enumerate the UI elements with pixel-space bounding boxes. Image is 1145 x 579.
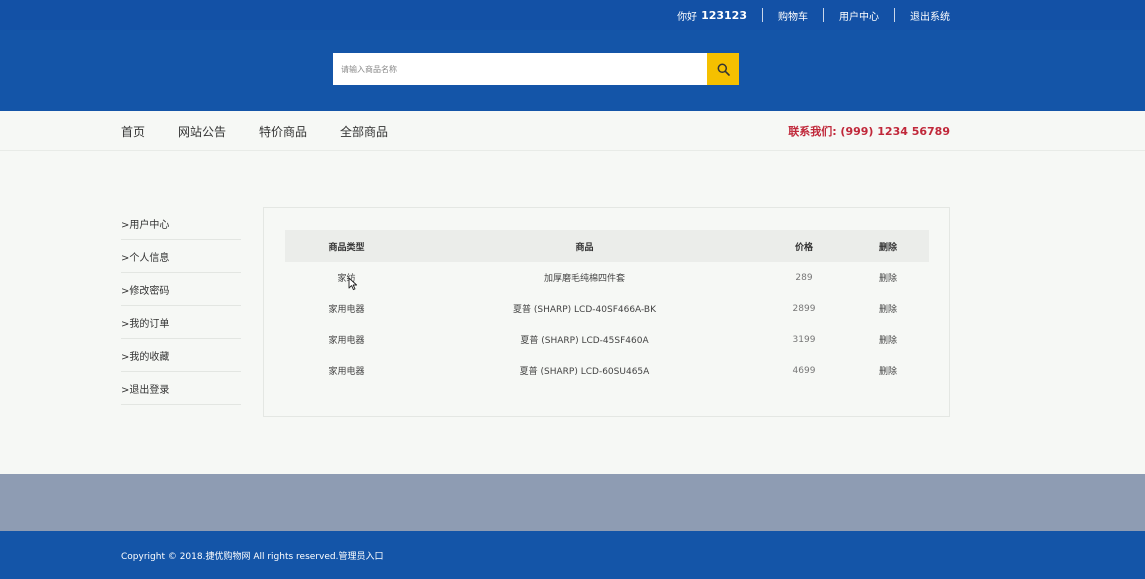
cell-item: 夏普 (SHARP) LCD-45SF460A	[520, 336, 649, 346]
cell-type: 家用电器	[328, 367, 365, 377]
cell-type: 家用电器	[328, 305, 365, 315]
greeting: 你好 123123	[677, 8, 747, 23]
cell-item: 夏普 (SHARP) LCD-60SU465A	[519, 367, 650, 377]
search-icon	[717, 63, 730, 76]
cell-price: 4699	[792, 365, 816, 376]
search-bar	[333, 53, 739, 85]
sidebar-item-orders[interactable]: >我的订单	[121, 306, 241, 339]
delete-button[interactable]: 删除	[847, 324, 929, 355]
search-input[interactable]	[333, 53, 707, 85]
sidebar-item-change-password[interactable]: >修改密码	[121, 273, 241, 306]
header-price: 价格	[794, 242, 813, 253]
mouse-cursor-icon	[348, 277, 358, 291]
search-button[interactable]	[707, 53, 739, 85]
contact-info: 联系我们: (999) 1234 56789	[788, 125, 950, 138]
divider	[823, 8, 824, 22]
table-row: 家纺 加厚磨毛纯棉四件套 289 删除	[285, 262, 929, 293]
copyright-text: Copyright © 2018.捷优购物网 All rights reserv…	[121, 551, 339, 562]
cell-price: 2899	[792, 303, 816, 314]
delete-button[interactable]: 删除	[847, 355, 929, 386]
main-nav: 首页 网站公告 特价商品 全部商品 联系我们: (999) 1234 56789	[0, 111, 1145, 151]
table-row: 家用电器 夏普 (SHARP) LCD-45SF460A 3199 删除	[285, 324, 929, 355]
header	[0, 30, 1145, 111]
greeting-prefix: 你好	[677, 11, 698, 23]
sidebar-item-favorites[interactable]: >我的收藏	[121, 339, 241, 372]
favorites-table: 商品类型 商品 价格 删除 家纺 加厚磨毛纯棉四件套 289 删除 家用电器 夏…	[285, 230, 929, 386]
sidebar-item-profile[interactable]: >个人信息	[121, 240, 241, 273]
table-row: 家用电器 夏普 (SHARP) LCD-40SF466A-BK 2899 删除	[285, 293, 929, 324]
cell-type: 家纺	[337, 274, 356, 284]
user-center-link[interactable]: 用户中心	[839, 8, 879, 23]
table-header-row: 商品类型 商品 价格 删除	[285, 230, 929, 262]
cell-item: 夏普 (SHARP) LCD-40SF466A-BK	[512, 305, 657, 315]
delete-button[interactable]: 删除	[847, 293, 929, 324]
header-delete: 删除	[878, 242, 897, 253]
footer-band	[0, 474, 1145, 531]
admin-link[interactable]: 管理员入口	[338, 549, 383, 562]
footer: Copyright © 2018.捷优购物网 All rights reserv…	[0, 531, 1145, 579]
nav-items: 首页 网站公告 特价商品 全部商品	[121, 111, 421, 151]
nav-item-announcements[interactable]: 网站公告	[178, 123, 226, 140]
copyright: Copyright © 2018.捷优购物网 All rights reserv…	[121, 531, 383, 579]
sidebar: >用户中心 >个人信息 >修改密码 >我的订单 >我的收藏 >退出登录	[121, 207, 241, 405]
divider	[894, 8, 895, 22]
header-type: 商品类型	[328, 242, 365, 253]
sidebar-item-logout[interactable]: >退出登录	[121, 372, 241, 405]
favorites-panel: 商品类型 商品 价格 删除 家纺 加厚磨毛纯棉四件套 289 删除 家用电器 夏…	[263, 207, 950, 417]
cell-type: 家用电器	[328, 336, 365, 346]
top-links: 你好 123123 购物车 用户中心 退出系统	[677, 0, 950, 30]
divider	[762, 8, 763, 22]
header-item: 商品	[575, 242, 594, 253]
cell-price: 289	[795, 272, 813, 283]
nav-item-home[interactable]: 首页	[121, 123, 145, 140]
nav-item-all-products[interactable]: 全部商品	[340, 123, 388, 140]
cart-link[interactable]: 购物车	[778, 8, 808, 23]
cell-price: 3199	[792, 334, 816, 345]
username: 123123	[701, 8, 747, 22]
cell-item: 加厚磨毛纯棉四件套	[543, 274, 625, 284]
sidebar-item-user-center[interactable]: >用户中心	[121, 207, 241, 240]
nav-item-specials[interactable]: 特价商品	[259, 123, 307, 140]
table-row: 家用电器 夏普 (SHARP) LCD-60SU465A 4699 删除	[285, 355, 929, 386]
top-bar: 你好 123123 购物车 用户中心 退出系统	[0, 0, 1145, 30]
logout-link[interactable]: 退出系统	[910, 8, 950, 23]
delete-button[interactable]: 删除	[847, 262, 929, 293]
